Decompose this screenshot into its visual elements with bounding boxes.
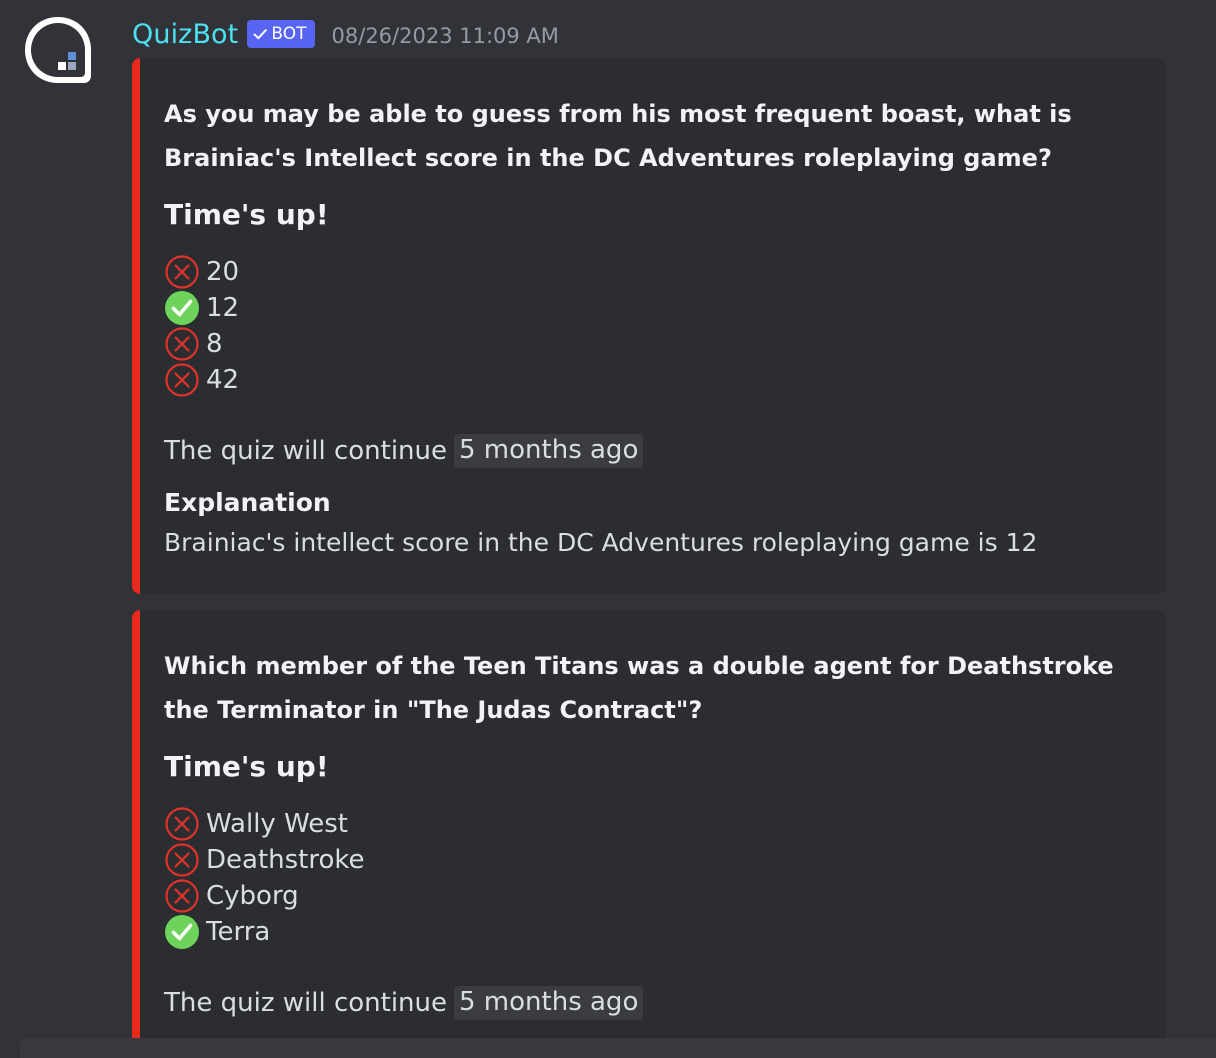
wrong-x-icon <box>164 878 200 914</box>
answer-label: 42 <box>206 365 240 395</box>
answer-label: Deathstroke <box>206 845 365 875</box>
message-input-edge <box>20 1038 1216 1058</box>
quiz-status: Time's up! <box>164 198 329 231</box>
answer-list: 20 12 8 42 <box>164 254 239 398</box>
quiz-embed: Which member of the Teen Titans was a do… <box>132 610 1166 1058</box>
answer-item: Wally West <box>164 806 365 842</box>
explanation-text: Brainiac's intellect score in the DC Adv… <box>164 528 1038 557</box>
continue-line: The quiz will continue 5 months ago <box>164 986 644 1020</box>
author-name[interactable]: QuizBot <box>132 19 238 50</box>
wrong-x-icon <box>164 362 200 398</box>
answer-item: 20 <box>164 254 239 290</box>
wrong-x-icon <box>164 806 200 842</box>
answer-list: Wally West Deathstroke Cyborg Terra <box>164 806 365 950</box>
answer-label: Cyborg <box>206 881 299 911</box>
quiz-question: Which member of the Teen Titans was a do… <box>164 652 1114 724</box>
answer-label: 8 <box>206 329 223 359</box>
correct-check-icon <box>164 914 200 950</box>
wrong-x-icon <box>164 842 200 878</box>
correct-check-icon <box>164 290 200 326</box>
answer-label: Wally West <box>206 809 348 839</box>
quizbot-avatar-icon[interactable] <box>22 14 94 86</box>
answer-item: 42 <box>164 362 239 398</box>
wrong-x-icon <box>164 254 200 290</box>
embed-color-bar <box>132 610 140 1058</box>
answer-item: Cyborg <box>164 878 365 914</box>
continue-line: The quiz will continue 5 months ago <box>164 434 644 468</box>
answer-label: Terra <box>206 917 271 947</box>
bot-tag: BOT <box>247 20 315 48</box>
answer-item: Terra <box>164 914 365 950</box>
quiz-embed: As you may be able to guess from his mos… <box>132 58 1166 594</box>
answer-label: 20 <box>206 257 240 287</box>
verified-check-icon <box>253 29 268 40</box>
answer-item: 12 <box>164 290 239 326</box>
answer-item: Deathstroke <box>164 842 365 878</box>
relative-timestamp[interactable]: 5 months ago <box>454 434 644 468</box>
embed-color-bar <box>132 58 140 594</box>
message-header: QuizBot BOT 08/26/2023 11:09 AM <box>132 14 559 54</box>
answer-item: 8 <box>164 326 239 362</box>
continue-text: The quiz will continue <box>164 436 447 466</box>
message: QuizBot BOT 08/26/2023 11:09 AM As you m… <box>0 0 1216 1058</box>
quiz-status: Time's up! <box>164 750 329 783</box>
answer-label: 12 <box>206 293 240 323</box>
quiz-question: As you may be able to guess from his mos… <box>164 100 1072 172</box>
bot-tag-label: BOT <box>271 24 307 44</box>
wrong-x-icon <box>164 326 200 362</box>
explanation-title: Explanation <box>164 488 331 517</box>
continue-text: The quiz will continue <box>164 988 447 1018</box>
message-timestamp[interactable]: 08/26/2023 11:09 AM <box>332 24 559 48</box>
relative-timestamp[interactable]: 5 months ago <box>454 986 644 1020</box>
